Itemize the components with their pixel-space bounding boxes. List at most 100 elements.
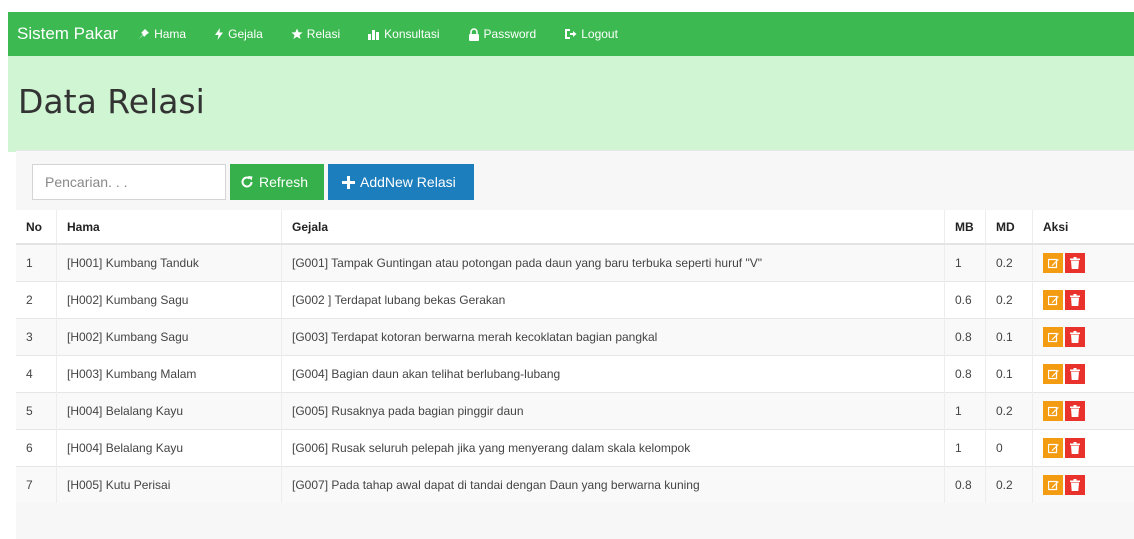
table-row: 5[H004] Belalang Kayu[G005] Rusaknya pad… (16, 393, 1134, 430)
page-title: Data Relasi (18, 82, 205, 121)
row-actions (1043, 290, 1087, 310)
trash-icon (1070, 294, 1080, 306)
col-hama[interactable]: Hama (57, 210, 282, 244)
page-header: Data Relasi (8, 56, 1134, 152)
cell-aksi (1033, 282, 1134, 319)
edit-icon (1048, 332, 1059, 343)
cell-md: 0.2 (986, 244, 1033, 282)
delete-button[interactable] (1065, 253, 1085, 273)
cell-md: 0.2 (986, 282, 1033, 319)
table-row: 1[H001] Kumbang Tanduk[G001] Tampak Gunt… (16, 244, 1134, 282)
brand-link[interactable]: Sistem Pakar (17, 24, 118, 44)
refresh-button[interactable]: Refresh (230, 164, 324, 200)
edit-button[interactable] (1043, 475, 1063, 495)
cell-md: 0.1 (986, 356, 1033, 393)
cell-aksi (1033, 430, 1134, 467)
table-row: 6[H004] Belalang Kayu[G006] Rusak seluru… (16, 430, 1134, 467)
cell-mb: 0.6 (945, 282, 986, 319)
cell-aksi (1033, 319, 1134, 356)
col-mb[interactable]: MB (945, 210, 986, 244)
plus-icon (342, 176, 355, 189)
trash-icon (1070, 442, 1080, 454)
cell-hama: [H005] Kutu Perisai (57, 467, 282, 504)
cell-no: 7 (16, 467, 57, 504)
edit-button[interactable] (1043, 364, 1063, 384)
cell-gejala: [G004] Bagian daun akan telihat berluban… (282, 356, 945, 393)
nav-konsultasi-label: Konsultasi (384, 27, 439, 41)
add-relasi-button[interactable]: AddNew Relasi (328, 164, 474, 200)
cell-mb: 1 (945, 393, 986, 430)
nav-hama[interactable]: Hama (138, 27, 186, 41)
nav-gejala-label: Gejala (228, 27, 263, 41)
logout-icon (564, 28, 577, 40)
cell-mb: 1 (945, 430, 986, 467)
trash-icon (1070, 405, 1080, 417)
cell-hama: [H004] Belalang Kayu (57, 430, 282, 467)
col-aksi: Aksi (1033, 210, 1134, 244)
refresh-label: Refresh (259, 174, 308, 190)
cell-aksi (1033, 356, 1134, 393)
edit-icon (1048, 369, 1059, 380)
trash-icon (1070, 479, 1080, 491)
cell-no: 2 (16, 282, 57, 319)
cell-hama: [H002] Kumbang Sagu (57, 282, 282, 319)
col-md[interactable]: MD (986, 210, 1033, 244)
col-no[interactable]: No (16, 210, 57, 244)
nav-password[interactable]: Password (468, 27, 537, 41)
edit-button[interactable] (1043, 253, 1063, 273)
cell-mb: 0.8 (945, 319, 986, 356)
trash-icon (1070, 368, 1080, 380)
flash-icon (214, 28, 224, 40)
edit-icon (1048, 258, 1059, 269)
delete-button[interactable] (1065, 475, 1085, 495)
relasi-table: No Hama Gejala MB MD Aksi 1[H001] Kumban… (16, 210, 1134, 503)
edit-button[interactable] (1043, 327, 1063, 347)
edit-icon (1048, 406, 1059, 417)
row-actions (1043, 253, 1087, 273)
trash-icon (1070, 257, 1080, 269)
cell-hama: [H003] Kumbang Malam (57, 356, 282, 393)
nav-konsultasi[interactable]: Konsultasi (368, 27, 439, 41)
col-gejala[interactable]: Gejala (282, 210, 945, 244)
cell-no: 6 (16, 430, 57, 467)
edit-button[interactable] (1043, 438, 1063, 458)
nav-logout[interactable]: Logout (564, 27, 618, 41)
cell-gejala: [G001] Tampak Guntingan atau potongan pa… (282, 244, 945, 282)
nav-logout-label: Logout (581, 27, 618, 41)
nav-relasi-label: Relasi (307, 27, 340, 41)
row-actions (1043, 438, 1087, 458)
nav-relasi[interactable]: Relasi (291, 27, 340, 41)
row-actions (1043, 401, 1087, 421)
row-actions (1043, 475, 1087, 495)
cell-aksi (1033, 244, 1134, 282)
bar-chart-icon (368, 28, 380, 40)
cell-aksi (1033, 467, 1134, 504)
search-input[interactable] (32, 164, 226, 200)
cell-no: 1 (16, 244, 57, 282)
delete-button[interactable] (1065, 327, 1085, 347)
cell-no: 4 (16, 356, 57, 393)
pushpin-icon (138, 28, 150, 40)
cell-md: 0.2 (986, 393, 1033, 430)
delete-button[interactable] (1065, 438, 1085, 458)
nav-gejala[interactable]: Gejala (214, 27, 263, 41)
table-row: 4[H003] Kumbang Malam[G004] Bagian daun … (16, 356, 1134, 393)
delete-button[interactable] (1065, 290, 1085, 310)
cell-no: 3 (16, 319, 57, 356)
cell-hama: [H002] Kumbang Sagu (57, 319, 282, 356)
cell-gejala: [G006] Rusak seluruh pelepah jika yang m… (282, 430, 945, 467)
relasi-panel: Refresh AddNew Relasi No Hama Gejala MB … (16, 150, 1134, 539)
delete-button[interactable] (1065, 364, 1085, 384)
trash-icon (1070, 331, 1080, 343)
edit-button[interactable] (1043, 401, 1063, 421)
table-row: 3[H002] Kumbang Sagu[G003] Terdapat koto… (16, 319, 1134, 356)
add-relasi-label: AddNew Relasi (360, 174, 456, 190)
table-row: 7[H005] Kutu Perisai[G007] Pada tahap aw… (16, 467, 1134, 504)
delete-button[interactable] (1065, 401, 1085, 421)
cell-mb: 1 (945, 244, 986, 282)
lock-icon (468, 28, 480, 41)
cell-mb: 0.8 (945, 356, 986, 393)
edit-button[interactable] (1043, 290, 1063, 310)
cell-md: 0.1 (986, 319, 1033, 356)
navbar: Sistem Pakar Hama Gejala Relasi Konsulta… (8, 12, 1134, 56)
